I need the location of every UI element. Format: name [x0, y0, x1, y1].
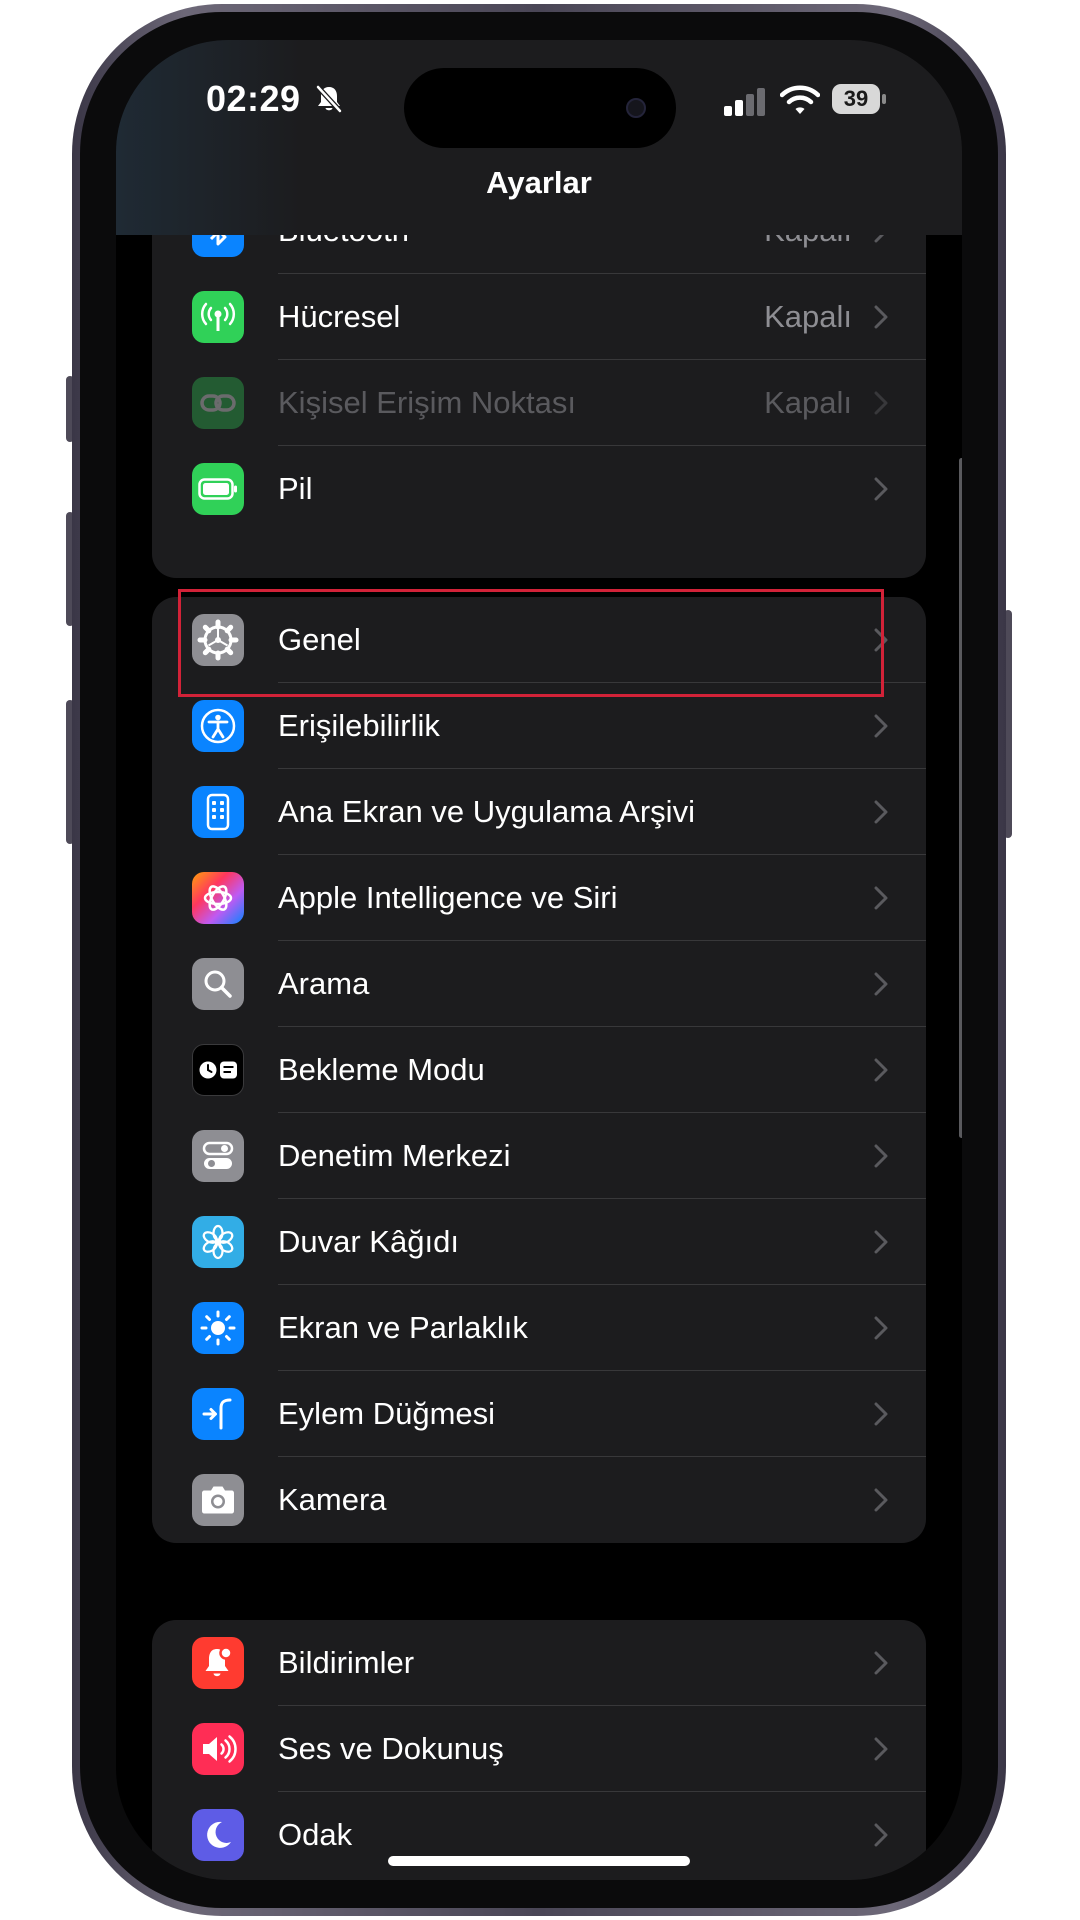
screen: 02:29 39 Ayarlar Hücresel Kapalı Kişisel…: [116, 40, 962, 1880]
chevron-right-icon: [874, 1058, 888, 1082]
settings-row-wallpaper[interactable]: Duvar Kâğıdı: [152, 1199, 926, 1285]
battery-icon: [192, 463, 244, 515]
front-camera-icon: [626, 98, 646, 118]
standby-icon: [192, 1044, 244, 1096]
chevron-right-icon: [874, 1316, 888, 1340]
chevron-right-icon: [874, 1230, 888, 1254]
settings-row-battery[interactable]: Pil: [152, 446, 926, 532]
settings-row-notifications[interactable]: Bildirimler: [152, 1620, 926, 1706]
settings-row-sounds-haptics[interactable]: Ses ve Dokunuş: [152, 1706, 926, 1792]
antenna-icon: [192, 291, 244, 343]
chevron-right-icon: [874, 1823, 888, 1847]
status-bar: 02:29 39: [116, 40, 962, 240]
chevron-right-icon: [874, 1402, 888, 1426]
flower-icon: [192, 1216, 244, 1268]
settings-row-label: Odak: [278, 1817, 353, 1852]
notification-bell-icon: [192, 1637, 244, 1689]
settings-row-label: Arama: [278, 966, 370, 1001]
chevron-right-icon: [874, 1144, 888, 1168]
genel-highlight-box: [178, 589, 884, 697]
home-indicator[interactable]: [388, 1856, 690, 1866]
link-icon: [192, 377, 244, 429]
chevron-right-icon: [874, 1651, 888, 1675]
scroll-indicator[interactable]: [959, 458, 962, 1138]
cellular-signal-icon: [724, 88, 765, 116]
settings-row-action-button[interactable]: Eylem Düğmesi: [152, 1371, 926, 1457]
settings-row-label: Ekran ve Parlaklık: [278, 1310, 528, 1345]
settings-row-cellular[interactable]: Hücresel Kapalı: [152, 274, 926, 360]
chevron-right-icon: [874, 714, 888, 738]
settings-row-label: Bildirimler: [278, 1645, 415, 1680]
chevron-right-icon: [874, 391, 888, 415]
settings-row-label: Hücresel: [278, 299, 401, 334]
settings-row-label: Pil: [278, 471, 313, 506]
battery-status-icon: 39: [832, 84, 888, 116]
settings-row-camera[interactable]: Kamera: [152, 1457, 926, 1543]
settings-row-label: Ana Ekran ve Uygulama Arşivi: [278, 794, 695, 829]
chevron-right-icon: [874, 305, 888, 329]
speaker-icon: [192, 1723, 244, 1775]
apple-intelligence-icon: [192, 872, 244, 924]
settings-row-label: Kişisel Erişim Noktası: [278, 385, 576, 420]
general-settings-group: Genel Erişilebilirlik Ana Ekran ve Uygul…: [152, 597, 926, 1543]
chevron-right-icon: [874, 972, 888, 996]
settings-row-apple-intelligence[interactable]: Apple Intelligence ve Siri: [152, 855, 926, 941]
action-button-icon: [192, 1388, 244, 1440]
status-time: 02:29: [206, 78, 301, 119]
settings-row-label: Ses ve Dokunuş: [278, 1731, 504, 1766]
page-title: Ayarlar: [486, 165, 592, 200]
settings-row-standby[interactable]: Bekleme Modu: [152, 1027, 926, 1113]
sun-icon: [192, 1302, 244, 1354]
settings-row-personal-hotspot: Kişisel Erişim Noktası Kapalı: [152, 360, 926, 446]
connectivity-group: Bluetooth Kapalı Hücresel Kapalı: [152, 188, 926, 578]
dynamic-island: [404, 68, 676, 148]
toggles-icon: [192, 1130, 244, 1182]
battery-percentage: 39: [843, 86, 869, 111]
settings-row-value: Kapalı: [764, 299, 852, 334]
camera-icon: [192, 1474, 244, 1526]
chevron-right-icon: [874, 1737, 888, 1761]
chevron-right-icon: [874, 1488, 888, 1512]
magnifier-icon: [192, 958, 244, 1010]
settings-row-label: Eylem Düğmesi: [278, 1396, 496, 1431]
settings-row-value: Kapalı: [764, 385, 852, 420]
accessibility-icon: [192, 700, 244, 752]
wifi-icon: [780, 85, 820, 114]
chevron-right-icon: [874, 886, 888, 910]
settings-row-label: Kamera: [278, 1482, 387, 1517]
settings-row-label: Apple Intelligence ve Siri: [278, 880, 618, 915]
silent-bell-icon: [316, 85, 342, 113]
notifications-group: Bildirimler Ses ve Dokunuş Odak: [152, 1620, 926, 1880]
chevron-right-icon: [874, 477, 888, 501]
home-screen-icon: [192, 786, 244, 838]
settings-row-label: Denetim Merkezi: [278, 1138, 511, 1173]
settings-row-label: Duvar Kâğıdı: [278, 1224, 459, 1259]
settings-row-label: Bekleme Modu: [278, 1052, 485, 1087]
chevron-right-icon: [874, 800, 888, 824]
moon-icon: [192, 1809, 244, 1861]
settings-row-control-center[interactable]: Denetim Merkezi: [152, 1113, 926, 1199]
settings-row-search[interactable]: Arama: [152, 941, 926, 1027]
settings-row-home-screen[interactable]: Ana Ekran ve Uygulama Arşivi: [152, 769, 926, 855]
settings-row-display-brightness[interactable]: Ekran ve Parlaklık: [152, 1285, 926, 1371]
